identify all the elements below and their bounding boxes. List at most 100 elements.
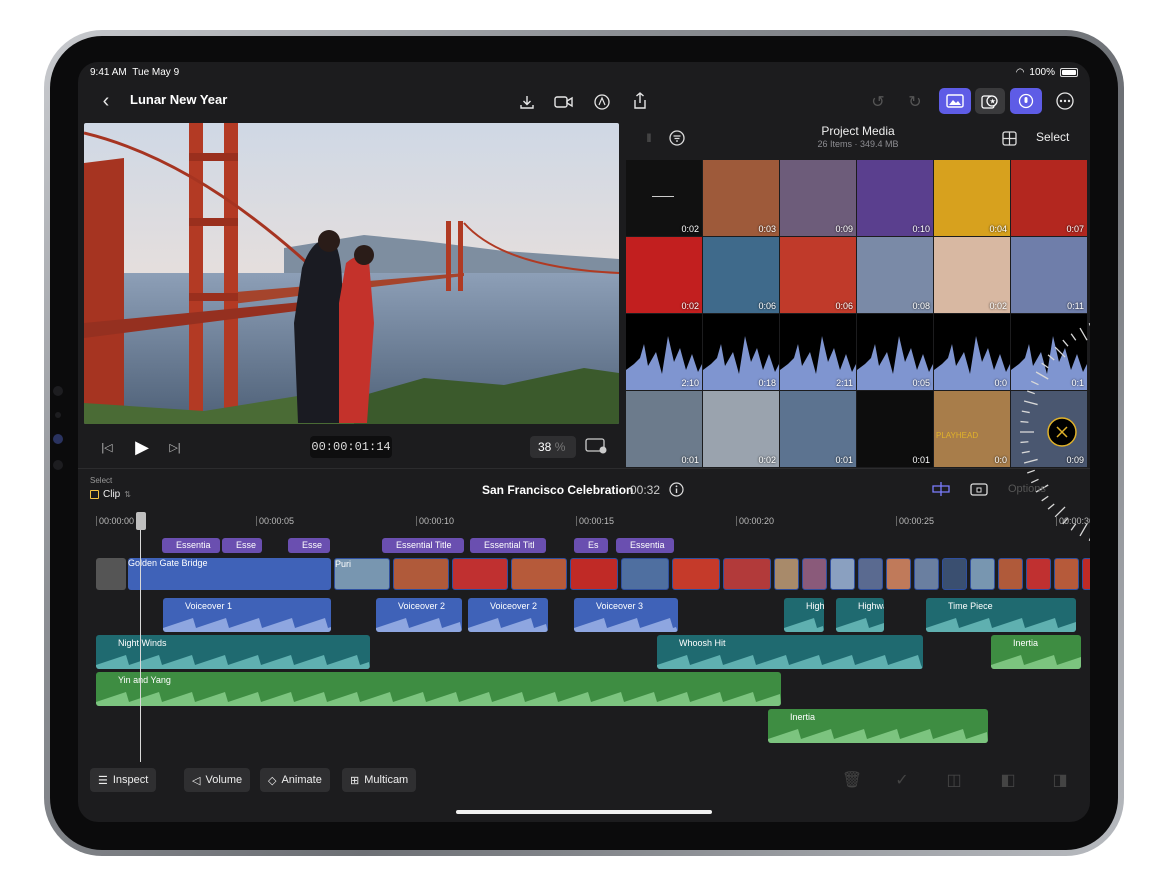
title-clip[interactable]: Essential Title [382,538,464,553]
timecode-display[interactable]: 00:00:01:14 [310,436,392,458]
video-clip[interactable]: Golden Gate Bridge [128,558,331,590]
media-thumbnail[interactable]: 0:01 [857,391,933,467]
video-clip[interactable] [802,558,827,590]
music-clip[interactable]: Yin and Yang [96,672,781,706]
video-clip[interactable] [970,558,995,590]
camera-icon[interactable] [552,91,576,113]
title-clip[interactable]: Es [574,538,608,553]
playhead-handle[interactable] [136,512,146,530]
drag-handle-icon[interactable]: ‖ [644,130,654,146]
options-button[interactable]: Options [1008,483,1046,495]
skip-back-icon[interactable]: |◁ [98,438,116,456]
video-clip[interactable] [1082,558,1090,590]
zoom-control[interactable]: 38 % [530,436,576,458]
media-thumbnail[interactable]: 0:06 [703,237,779,313]
video-clip[interactable] [858,558,883,590]
media-thumbnail[interactable]: 0:05 [857,314,933,390]
inspect-button[interactable]: ☰ Inspect [90,768,157,792]
sound-effect-clip[interactable]: Night Winds [96,635,370,669]
more-icon[interactable] [1054,90,1076,112]
media-thumbnail[interactable]: 0:03 [703,160,779,236]
info-icon[interactable] [668,481,684,497]
media-thumbnail[interactable]: 0:02 [626,160,702,236]
video-viewer[interactable] [84,123,619,424]
video-clip[interactable] [942,558,967,590]
video-clip[interactable] [914,558,939,590]
select-button[interactable]: Select [1036,130,1069,144]
viewer-options-icon[interactable] [584,436,608,456]
sound-effect-clip[interactable]: Whoosh Hit [657,635,923,669]
video-clip[interactable] [1026,558,1051,590]
media-thumbnail[interactable]: 0:09 [780,160,856,236]
voiceover-icon[interactable] [1010,88,1042,114]
audio-clip[interactable]: High [784,598,824,632]
clip-mode-selector[interactable]: Clip ⇅ [90,489,131,500]
chevron-left-icon[interactable]: ‹ [96,90,116,112]
voiceover-clip[interactable]: Voiceover 2 [468,598,548,632]
gap-clip[interactable] [96,558,126,590]
title-clip[interactable]: Esse [288,538,330,553]
audio-clip[interactable]: Time Piece [926,598,1076,632]
video-clip[interactable] [774,558,799,590]
video-clip[interactable] [723,558,771,590]
video-clip[interactable] [393,558,449,590]
grid-icon[interactable] [1000,129,1018,147]
import-icon[interactable] [516,91,538,113]
media-thumbnail[interactable]: 0:01 [780,391,856,467]
voiceover-clip[interactable]: Voiceover 2 [376,598,462,632]
media-thumbnail[interactable]: 0:07 [1011,160,1087,236]
playhead-line[interactable] [140,512,141,762]
snapping-icon[interactable] [930,479,952,499]
title-clip[interactable]: Essentia [162,538,220,553]
pencil-icon[interactable] [591,91,613,113]
video-clip[interactable] [452,558,508,590]
filter-icon[interactable] [668,129,686,147]
media-thumbnail[interactable]: 0:04 [934,160,1010,236]
media-thumbnail[interactable]: 0:10 [857,160,933,236]
media-thumbnail[interactable]: 0:01 [626,391,702,467]
media-thumbnail[interactable]: 0:02 [934,237,1010,313]
title-clip[interactable]: Essentia [616,538,674,553]
media-thumbnail[interactable]: 0:08 [857,237,933,313]
skimming-icon[interactable] [968,479,990,499]
media-thumbnail[interactable]: 0:0 PLAYHEAD [934,391,1010,467]
undo-icon[interactable]: ↺ [867,91,889,113]
video-clip[interactable] [998,558,1023,590]
animate-button[interactable]: ◇ Animate [260,768,330,792]
share-icon[interactable] [629,90,651,112]
media-thumbnail[interactable]: 0:06 [780,237,856,313]
video-clip[interactable] [570,558,618,590]
title-clip[interactable]: Esse [222,538,262,553]
video-clip[interactable] [1054,558,1079,590]
video-clip[interactable] [511,558,567,590]
effects-icon[interactable]: ★ [975,88,1005,114]
video-clip[interactable] [621,558,669,590]
trash-icon[interactable]: 🗑 [842,770,862,790]
play-icon[interactable]: ▶ [130,435,154,459]
voiceover-clip[interactable]: Voiceover 3 [574,598,678,632]
media-thumbnail[interactable]: 0:0 [934,314,1010,390]
checkmark-icon[interactable]: ✓ [892,770,912,790]
multicam-button[interactable]: ⊞ Multicam [342,768,417,792]
media-thumbnail[interactable]: 2:10 [626,314,702,390]
split-icon[interactable]: ◫ [944,770,964,790]
timeline-ruler[interactable]: 00:00:00 00:00:05 00:00:10 00:00:15 00:00:20… [78,510,1090,530]
video-clip[interactable] [830,558,855,590]
title-clip[interactable]: Essential Titl [470,538,546,553]
video-clip[interactable] [672,558,720,590]
media-thumbnail[interactable]: 0:18 [703,314,779,390]
media-thumbnail[interactable]: 0:02 [703,391,779,467]
skip-forward-icon[interactable]: ▷| [166,438,184,456]
music-clip[interactable]: Inertia [768,709,988,743]
audio-clip[interactable]: Highwa [836,598,884,632]
redo-icon[interactable]: ↻ [904,91,926,113]
volume-button[interactable]: ◁ Volume [184,768,251,792]
video-clip[interactable] [886,558,911,590]
media-thumbnail[interactable]: 0:02 [626,237,702,313]
music-clip[interactable]: Inertia [991,635,1081,669]
media-thumbnail[interactable]: 2:11 [780,314,856,390]
video-clip[interactable]: Puri [334,558,390,590]
voiceover-clip[interactable]: Voiceover 1 [163,598,331,632]
trim-end-icon[interactable]: ◨ [1050,770,1070,790]
trim-start-icon[interactable]: ◧ [998,770,1018,790]
